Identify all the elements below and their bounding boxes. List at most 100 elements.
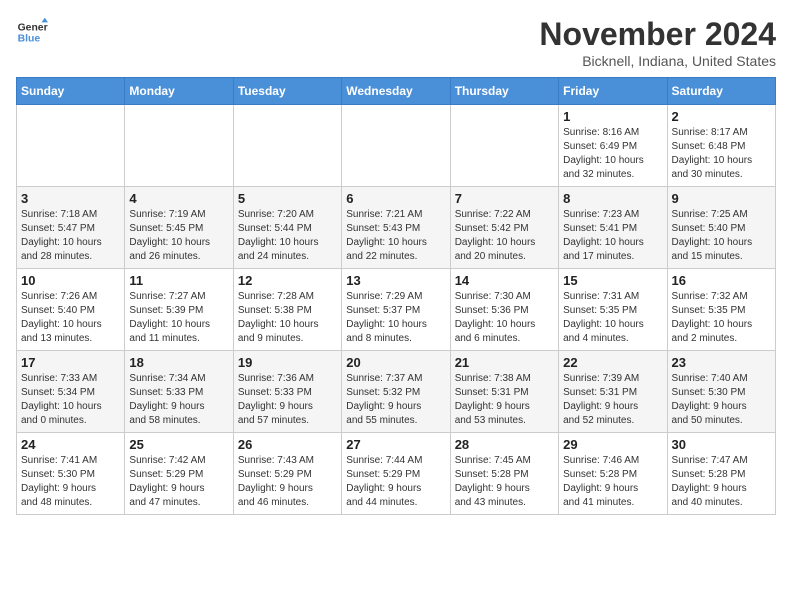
day-number: 13 bbox=[346, 273, 445, 288]
page-header: General Blue November 2024 Bicknell, Ind… bbox=[16, 16, 776, 69]
day-info: Sunrise: 7:26 AM Sunset: 5:40 PM Dayligh… bbox=[21, 290, 120, 346]
calendar-table: SundayMondayTuesdayWednesdayThursdayFrid… bbox=[16, 77, 776, 515]
weekday-header: Sunday bbox=[17, 78, 125, 105]
day-number: 16 bbox=[672, 273, 771, 288]
day-number: 22 bbox=[563, 355, 662, 370]
calendar-cell: 14Sunrise: 7:30 AM Sunset: 5:36 PM Dayli… bbox=[450, 269, 558, 351]
calendar-cell: 16 Sunrise: 7:32 AM Sunset: 5:35 PM Dayli… bbox=[667, 269, 775, 351]
day-info: Sunrise: 7:33 AM Sunset: 5:34 PM Dayligh… bbox=[21, 372, 120, 428]
calendar-cell: 11 Sunrise: 7:27 AM Sunset: 5:39 PM Dayli… bbox=[125, 269, 233, 351]
svg-text:Blue: Blue bbox=[18, 34, 41, 45]
day-info: Sunrise: 7:25 AM Sunset: 5:40 PM Dayligh… bbox=[672, 208, 771, 264]
day-info: Sunrise: 7:31 AM Sunset: 5:35 PM Dayligh… bbox=[563, 290, 662, 346]
day-info: Sunrise: 7:29 AM Sunset: 5:37 PM Dayligh… bbox=[346, 290, 445, 346]
day-number: 24 bbox=[21, 437, 120, 452]
day-number: 30 bbox=[672, 437, 771, 452]
calendar-cell: 3Sunrise: 7:18 AM Sunset: 5:47 PM Daylig… bbox=[17, 187, 125, 269]
day-number: 10 bbox=[21, 273, 120, 288]
day-number: 1 bbox=[563, 109, 662, 124]
day-number: 8 bbox=[563, 191, 662, 206]
calendar-week-row: 17 Sunrise: 7:33 AM Sunset: 5:34 PM Dayli… bbox=[17, 351, 776, 433]
calendar-cell: 9 Sunrise: 7:25 AM Sunset: 5:40 PM Daylig… bbox=[667, 187, 775, 269]
day-info: Sunrise: 7:18 AM Sunset: 5:47 PM Dayligh… bbox=[21, 208, 120, 264]
calendar-cell: 22 Sunrise: 7:39 AM Sunset: 5:31 PM Dayli… bbox=[559, 351, 667, 433]
calendar-week-row: 10 Sunrise: 7:26 AM Sunset: 5:40 PM Dayli… bbox=[17, 269, 776, 351]
day-info: Sunrise: 7:30 AM Sunset: 5:36 PM Dayligh… bbox=[455, 290, 554, 346]
calendar-week-row: 24 Sunrise: 7:41 AM Sunset: 5:30 PM Dayli… bbox=[17, 433, 776, 515]
day-number: 11 bbox=[129, 273, 228, 288]
day-info: Sunrise: 7:20 AM Sunset: 5:44 PM Dayligh… bbox=[238, 208, 337, 264]
day-info: Sunrise: 7:47 AM Sunset: 5:28 PM Dayligh… bbox=[672, 454, 771, 510]
location-title: Bicknell, Indiana, United States bbox=[539, 53, 776, 69]
calendar-cell: 13 Sunrise: 7:29 AM Sunset: 5:37 PM Dayli… bbox=[342, 269, 450, 351]
calendar-cell: 8 Sunrise: 7:23 AM Sunset: 5:41 PM Daylig… bbox=[559, 187, 667, 269]
day-number: 4 bbox=[129, 191, 228, 206]
calendar-cell bbox=[450, 105, 558, 187]
calendar-cell: 15 Sunrise: 7:31 AM Sunset: 5:35 PM Dayli… bbox=[559, 269, 667, 351]
calendar-cell: 5 Sunrise: 7:20 AM Sunset: 5:44 PM Daylig… bbox=[233, 187, 341, 269]
svg-text:General: General bbox=[18, 22, 48, 33]
calendar-cell: 29 Sunrise: 7:46 AM Sunset: 5:28 PM Dayli… bbox=[559, 433, 667, 515]
day-info: Sunrise: 7:28 AM Sunset: 5:38 PM Dayligh… bbox=[238, 290, 337, 346]
calendar-cell: 2Sunrise: 8:17 AM Sunset: 6:48 PM Daylig… bbox=[667, 105, 775, 187]
calendar-cell: 28 Sunrise: 7:45 AM Sunset: 5:28 PM Dayli… bbox=[450, 433, 558, 515]
day-info: Sunrise: 7:41 AM Sunset: 5:30 PM Dayligh… bbox=[21, 454, 120, 510]
calendar-cell: 27Sunrise: 7:44 AM Sunset: 5:29 PM Dayli… bbox=[342, 433, 450, 515]
day-number: 9 bbox=[672, 191, 771, 206]
calendar-cell: 12 Sunrise: 7:28 AM Sunset: 5:38 PM Dayli… bbox=[233, 269, 341, 351]
day-info: Sunrise: 7:32 AM Sunset: 5:35 PM Dayligh… bbox=[672, 290, 771, 346]
day-number: 12 bbox=[238, 273, 337, 288]
day-number: 2 bbox=[672, 109, 771, 124]
calendar-cell bbox=[125, 105, 233, 187]
day-number: 20 bbox=[346, 355, 445, 370]
day-number: 17 bbox=[21, 355, 120, 370]
day-info: Sunrise: 7:22 AM Sunset: 5:42 PM Dayligh… bbox=[455, 208, 554, 264]
calendar-cell: 23 Sunrise: 7:40 AM Sunset: 5:30 PM Dayli… bbox=[667, 351, 775, 433]
calendar-cell: 6 Sunrise: 7:21 AM Sunset: 5:43 PM Daylig… bbox=[342, 187, 450, 269]
day-number: 15 bbox=[563, 273, 662, 288]
logo: General Blue bbox=[16, 16, 48, 48]
day-info: Sunrise: 7:23 AM Sunset: 5:41 PM Dayligh… bbox=[563, 208, 662, 264]
calendar-cell bbox=[17, 105, 125, 187]
weekday-header: Saturday bbox=[667, 78, 775, 105]
day-info: Sunrise: 7:46 AM Sunset: 5:28 PM Dayligh… bbox=[563, 454, 662, 510]
month-title: November 2024 bbox=[539, 16, 776, 53]
day-number: 18 bbox=[129, 355, 228, 370]
calendar-cell: 26 Sunrise: 7:43 AM Sunset: 5:29 PM Dayli… bbox=[233, 433, 341, 515]
day-number: 28 bbox=[455, 437, 554, 452]
calendar-cell: 7Sunrise: 7:22 AM Sunset: 5:42 PM Daylig… bbox=[450, 187, 558, 269]
day-info: Sunrise: 7:21 AM Sunset: 5:43 PM Dayligh… bbox=[346, 208, 445, 264]
day-number: 27 bbox=[346, 437, 445, 452]
calendar-cell: 21Sunrise: 7:38 AM Sunset: 5:31 PM Dayli… bbox=[450, 351, 558, 433]
day-info: Sunrise: 7:27 AM Sunset: 5:39 PM Dayligh… bbox=[129, 290, 228, 346]
calendar-cell: 1 Sunrise: 8:16 AM Sunset: 6:49 PM Daylig… bbox=[559, 105, 667, 187]
day-number: 26 bbox=[238, 437, 337, 452]
calendar-cell bbox=[233, 105, 341, 187]
weekday-header: Monday bbox=[125, 78, 233, 105]
calendar-cell: 30 Sunrise: 7:47 AM Sunset: 5:28 PM Dayli… bbox=[667, 433, 775, 515]
calendar-cell: 10 Sunrise: 7:26 AM Sunset: 5:40 PM Dayli… bbox=[17, 269, 125, 351]
day-info: Sunrise: 7:34 AM Sunset: 5:33 PM Dayligh… bbox=[129, 372, 228, 428]
weekday-header: Friday bbox=[559, 78, 667, 105]
day-info: Sunrise: 7:43 AM Sunset: 5:29 PM Dayligh… bbox=[238, 454, 337, 510]
title-area: November 2024 Bicknell, Indiana, United … bbox=[539, 16, 776, 69]
day-info: Sunrise: 7:42 AM Sunset: 5:29 PM Dayligh… bbox=[129, 454, 228, 510]
calendar-cell: 24 Sunrise: 7:41 AM Sunset: 5:30 PM Dayli… bbox=[17, 433, 125, 515]
day-info: Sunrise: 7:39 AM Sunset: 5:31 PM Dayligh… bbox=[563, 372, 662, 428]
calendar-week-row: 3Sunrise: 7:18 AM Sunset: 5:47 PM Daylig… bbox=[17, 187, 776, 269]
day-number: 19 bbox=[238, 355, 337, 370]
calendar-header-row: SundayMondayTuesdayWednesdayThursdayFrid… bbox=[17, 78, 776, 105]
day-number: 5 bbox=[238, 191, 337, 206]
calendar-cell: 25Sunrise: 7:42 AM Sunset: 5:29 PM Dayli… bbox=[125, 433, 233, 515]
calendar-cell: 17 Sunrise: 7:33 AM Sunset: 5:34 PM Dayli… bbox=[17, 351, 125, 433]
day-number: 6 bbox=[346, 191, 445, 206]
day-number: 23 bbox=[672, 355, 771, 370]
day-info: Sunrise: 8:16 AM Sunset: 6:49 PM Dayligh… bbox=[563, 126, 662, 182]
day-info: Sunrise: 7:45 AM Sunset: 5:28 PM Dayligh… bbox=[455, 454, 554, 510]
calendar-week-row: 1 Sunrise: 8:16 AM Sunset: 6:49 PM Daylig… bbox=[17, 105, 776, 187]
day-info: Sunrise: 7:40 AM Sunset: 5:30 PM Dayligh… bbox=[672, 372, 771, 428]
weekday-header: Wednesday bbox=[342, 78, 450, 105]
calendar-cell: 20Sunrise: 7:37 AM Sunset: 5:32 PM Dayli… bbox=[342, 351, 450, 433]
day-number: 29 bbox=[563, 437, 662, 452]
calendar-cell: 18 Sunrise: 7:34 AM Sunset: 5:33 PM Dayli… bbox=[125, 351, 233, 433]
